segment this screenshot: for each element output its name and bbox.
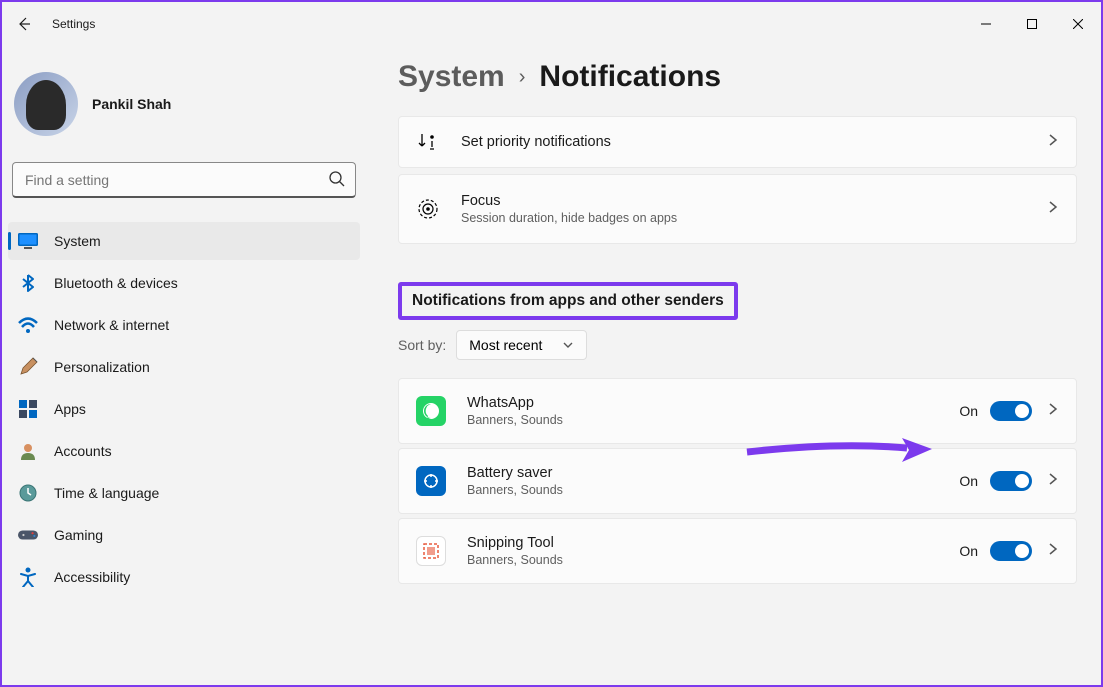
toggle-whatsapp[interactable] [990,401,1032,421]
card-subtitle: Session duration, hide badges on apps [461,211,1046,225]
chevron-right-icon [1046,542,1060,561]
nav-list: System Bluetooth & devices Network & inter… [8,222,360,596]
sort-label: Sort by: [398,337,446,353]
personalization-icon [18,357,38,377]
snipping-icon [415,535,447,567]
sidebar-item-bluetooth[interactable]: Bluetooth & devices [8,264,360,302]
sidebar-item-label: System [54,233,101,249]
window-title: Settings [52,17,95,31]
back-button[interactable] [14,14,34,34]
priority-notifications-card[interactable]: Set priority notifications [398,116,1077,168]
highlight-annotation: Notifications from apps and other sender… [398,282,738,320]
time-icon [18,483,38,503]
breadcrumb: System › Notifications [398,60,1077,94]
maximize-button[interactable] [1009,8,1055,40]
sidebar-item-accessibility[interactable]: Accessibility [8,558,360,596]
sidebar-item-gaming[interactable]: Gaming [8,516,360,554]
search-input[interactable] [12,162,356,198]
accounts-icon [18,441,38,461]
section-title: Notifications from apps and other sender… [412,292,724,310]
app-row-snipping[interactable]: Snipping Tool Banners, SoundsOn [398,518,1077,584]
app-name: Battery saver [467,465,959,481]
close-button[interactable] [1055,8,1101,40]
sidebar: Pankil Shah System Bluetooth & devices Net… [2,46,372,685]
main-content: System › Notifications Set priority noti… [372,46,1101,685]
sidebar-item-label: Network & internet [54,317,169,333]
network-icon [18,315,38,335]
chevron-right-icon [1046,402,1060,421]
profile[interactable]: Pankil Shah [8,50,360,162]
priority-icon [415,129,441,155]
focus-card[interactable]: Focus Session duration, hide badges on a… [398,174,1077,244]
toggle-snipping[interactable] [990,541,1032,561]
sidebar-item-label: Apps [54,401,86,417]
app-name: WhatsApp [467,395,959,411]
sidebar-item-label: Accounts [54,443,112,459]
card-title: Set priority notifications [461,134,1046,150]
app-detail: Banners, Sounds [467,483,959,497]
focus-icon [415,196,441,222]
search-icon [328,170,346,193]
sidebar-item-time[interactable]: Time & language [8,474,360,512]
app-detail: Banners, Sounds [467,553,959,567]
battery-icon [415,465,447,497]
sidebar-item-label: Bluetooth & devices [54,275,178,291]
sidebar-item-label: Accessibility [54,569,130,585]
profile-name: Pankil Shah [92,96,171,112]
sidebar-item-apps[interactable]: Apps [8,390,360,428]
bluetooth-icon [18,273,38,293]
sidebar-item-system[interactable]: System [8,222,360,260]
sidebar-item-label: Personalization [54,359,150,375]
app-name: Snipping Tool [467,535,959,551]
toggle-state-label: On [959,543,978,559]
toggle-battery[interactable] [990,471,1032,491]
sort-value: Most recent [469,337,542,353]
whatsapp-icon [415,395,447,427]
avatar [14,72,78,136]
toggle-state-label: On [959,473,978,489]
sidebar-item-accounts[interactable]: Accounts [8,432,360,470]
accessibility-icon [18,567,38,587]
gaming-icon [18,525,38,545]
chevron-right-icon [1046,200,1060,219]
minimize-button[interactable] [963,8,1009,40]
sidebar-item-label: Time & language [54,485,159,501]
app-detail: Banners, Sounds [467,413,959,427]
app-row-whatsapp[interactable]: WhatsApp Banners, SoundsOn [398,378,1077,444]
sidebar-item-network[interactable]: Network & internet [8,306,360,344]
chevron-right-icon: › [519,66,526,89]
card-title: Focus [461,193,1046,209]
chevron-down-icon [562,339,574,351]
toggle-state-label: On [959,403,978,419]
chevron-right-icon [1046,133,1060,152]
titlebar: Settings [2,2,1101,46]
system-icon [18,231,38,251]
breadcrumb-parent[interactable]: System [398,60,505,94]
sidebar-item-label: Gaming [54,527,103,543]
chevron-right-icon [1046,472,1060,491]
breadcrumb-current: Notifications [539,60,721,94]
apps-icon [18,399,38,419]
app-row-battery[interactable]: Battery saver Banners, SoundsOn [398,448,1077,514]
sidebar-item-personalization[interactable]: Personalization [8,348,360,386]
sort-dropdown[interactable]: Most recent [456,330,587,360]
